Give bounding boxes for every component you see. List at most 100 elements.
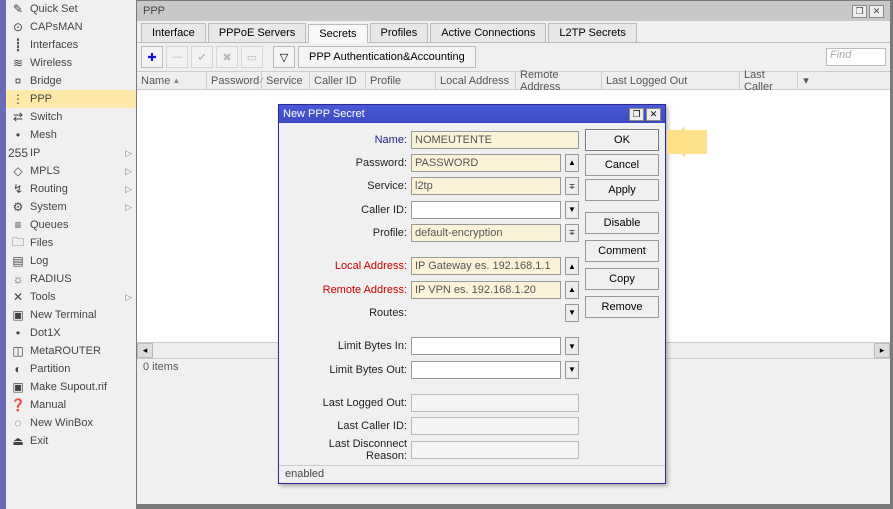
ppp-auth-accounting-button[interactable]: PPP Authentication&Accounting — [298, 46, 476, 68]
routes-label: Routes: — [285, 307, 407, 319]
remote-address-arrow[interactable]: ▲ — [565, 281, 579, 299]
column-last-logged-out[interactable]: Last Logged Out — [602, 72, 740, 89]
sidebar-item-tools[interactable]: ✕Tools▷ — [6, 288, 136, 306]
service-input[interactable]: l2tp — [411, 177, 561, 195]
dialog-titlebar[interactable]: New PPP Secret ❐ ✕ — [279, 105, 665, 123]
sidebar-item-mesh[interactable]: •Mesh — [6, 126, 136, 144]
limit-bytes-out-input[interactable] — [411, 361, 561, 379]
cancel-button[interactable]: Cancel — [585, 154, 659, 176]
sidebar-item-queues[interactable]: ≡Queues — [6, 216, 136, 234]
sidebar-item-label: CAPsMAN — [30, 21, 132, 33]
sidebar-icon: ⇄ — [10, 109, 26, 125]
tab-profiles[interactable]: Profiles — [370, 23, 429, 42]
ok-button[interactable]: OK — [585, 129, 659, 151]
tab-secrets[interactable]: Secrets — [308, 24, 367, 43]
sidebar-item-system[interactable]: ⚙System▷ — [6, 198, 136, 216]
limit-bytes-out-arrow[interactable]: ▼ — [565, 361, 579, 379]
remove-button[interactable]: Remove — [585, 296, 659, 318]
sidebar-item-label: Dot1X — [30, 327, 132, 339]
sidebar-icon: ⏏ — [10, 433, 26, 449]
column-caller-id[interactable]: Caller ID — [310, 72, 366, 89]
remote-address-input[interactable]: IP VPN es. 192.168.1.20 — [411, 281, 561, 299]
window-restore-button[interactable]: ❐ — [852, 5, 867, 18]
copy-button[interactable]: Copy — [585, 268, 659, 290]
column-password[interactable]: Password∕ — [207, 72, 262, 89]
sidebar-item-files[interactable]: 🗀Files — [6, 234, 136, 252]
tab-interface[interactable]: Interface — [141, 23, 206, 42]
scroll-right-button[interactable]: ▸ — [874, 343, 890, 358]
sidebar-item-label: Tools — [30, 291, 125, 303]
dialog-close-button[interactable]: ✕ — [646, 108, 661, 121]
profile-input[interactable]: default-encryption — [411, 224, 561, 242]
dialog-restore-button[interactable]: ❐ — [629, 108, 644, 121]
dialog-buttons: OK Cancel Apply Disable Comment Copy Remove — [585, 129, 659, 461]
sidebar-item-capsman[interactable]: ⊙CAPsMAN — [6, 18, 136, 36]
column-local-address[interactable]: Local Address — [436, 72, 516, 89]
sidebar-icon: ▤ — [10, 253, 26, 269]
sidebar-item-make-supout-rif[interactable]: ▣Make Supout.rif — [6, 378, 136, 396]
sidebar-item-exit[interactable]: ⏏Exit — [6, 432, 136, 450]
sidebar-item-log[interactable]: ▤Log — [6, 252, 136, 270]
comment-button: ▭ — [241, 46, 263, 68]
column-last-caller[interactable]: Last Caller — [740, 72, 798, 89]
password-input[interactable]: PASSWORD — [411, 154, 561, 172]
name-input[interactable]: NOMEUTENTE — [411, 131, 579, 149]
column-name[interactable]: Name▲ — [137, 72, 207, 89]
sidebar-item-new-terminal[interactable]: ▣New Terminal — [6, 306, 136, 324]
tab-l2tp-secrets[interactable]: L2TP Secrets — [548, 23, 636, 42]
sidebar-item-radius[interactable]: ☼RADIUS — [6, 270, 136, 288]
limit-bytes-in-input[interactable] — [411, 337, 561, 355]
disable-button[interactable]: Disable — [585, 212, 659, 234]
sidebar-item-new-winbox[interactable]: ◌New WinBox — [6, 414, 136, 432]
tab-pppoe-servers[interactable]: PPPoE Servers — [208, 23, 306, 42]
sidebar-item-label: Manual — [30, 399, 132, 411]
sidebar-item-label: Files — [30, 237, 132, 249]
column-profile[interactable]: Profile — [366, 72, 436, 89]
column-remote-address[interactable]: Remote Address — [516, 72, 602, 89]
last-disconnect-reason-value — [411, 441, 579, 459]
sidebar-item-interfaces[interactable]: ┋Interfaces — [6, 36, 136, 54]
window-close-button[interactable]: ✕ — [869, 5, 884, 18]
sidebar-item-routing[interactable]: ↯Routing▷ — [6, 180, 136, 198]
filter-button[interactable]: ▽ — [273, 46, 295, 68]
name-label: Name: — [285, 134, 407, 146]
submenu-arrow-icon: ▷ — [125, 202, 132, 213]
sidebar-icon: ¤ — [10, 73, 26, 89]
sidebar-item-ppp[interactable]: ⋮PPP — [6, 90, 136, 108]
sidebar-item-label: Make Supout.rif — [30, 381, 132, 393]
caller-id-arrow[interactable]: ▼ — [565, 201, 579, 219]
sidebar-item-ip[interactable]: 255IP▷ — [6, 144, 136, 162]
sidebar-item-metarouter[interactable]: ◫ MetaROUTER — [6, 342, 136, 360]
routes-arrow[interactable]: ▼ — [565, 304, 579, 322]
limit-bytes-in-arrow[interactable]: ▼ — [565, 337, 579, 355]
apply-button[interactable]: Apply — [585, 179, 659, 201]
local-address-arrow[interactable]: ▲ — [565, 257, 579, 275]
submenu-arrow-icon: ▷ — [125, 292, 132, 303]
sidebar-item-wireless[interactable]: ≋Wireless — [6, 54, 136, 72]
sidebar-item-switch[interactable]: ⇄Switch — [6, 108, 136, 126]
service-dropdown[interactable]: ∓ — [565, 177, 579, 195]
disable-button: ✖ — [216, 46, 238, 68]
add-button[interactable]: ✚ — [141, 46, 163, 68]
new-ppp-secret-dialog: New PPP Secret ❐ ✕ Name: NOMEUTENTE Pass… — [278, 104, 666, 484]
sidebar-item-bridge[interactable]: ¤Bridge — [6, 72, 136, 90]
caller-id-input[interactable] — [411, 201, 561, 219]
sidebar-icon: ↯ — [10, 181, 26, 197]
sidebar-item-manual[interactable]: ❓Manual — [6, 396, 136, 414]
tab-active-connections[interactable]: Active Connections — [430, 23, 546, 42]
scroll-left-button[interactable]: ◂ — [137, 343, 153, 358]
password-arrow[interactable]: ▲ — [565, 154, 579, 172]
sidebar-item-partition[interactable]: ◐Partition — [6, 360, 136, 378]
sidebar-item-quick-set[interactable]: ✎Quick Set — [6, 0, 136, 18]
window-title: PPP — [143, 5, 165, 17]
sidebar-item-label: MetaROUTER — [30, 345, 132, 357]
profile-dropdown[interactable]: ∓ — [565, 224, 579, 242]
column-service[interactable]: Service — [262, 72, 310, 89]
sidebar-item-mpls[interactable]: ◇MPLS▷ — [6, 162, 136, 180]
local-address-input[interactable]: IP Gateway es. 192.168.1.1 — [411, 257, 561, 275]
find-input[interactable]: Find — [826, 48, 886, 66]
sidebar-icon: ◫ — [10, 343, 26, 359]
comment-button[interactable]: Comment — [585, 240, 659, 262]
columns-menu-button[interactable]: ▾ — [798, 72, 814, 89]
sidebar-item-dot1x[interactable]: •Dot1X — [6, 324, 136, 342]
